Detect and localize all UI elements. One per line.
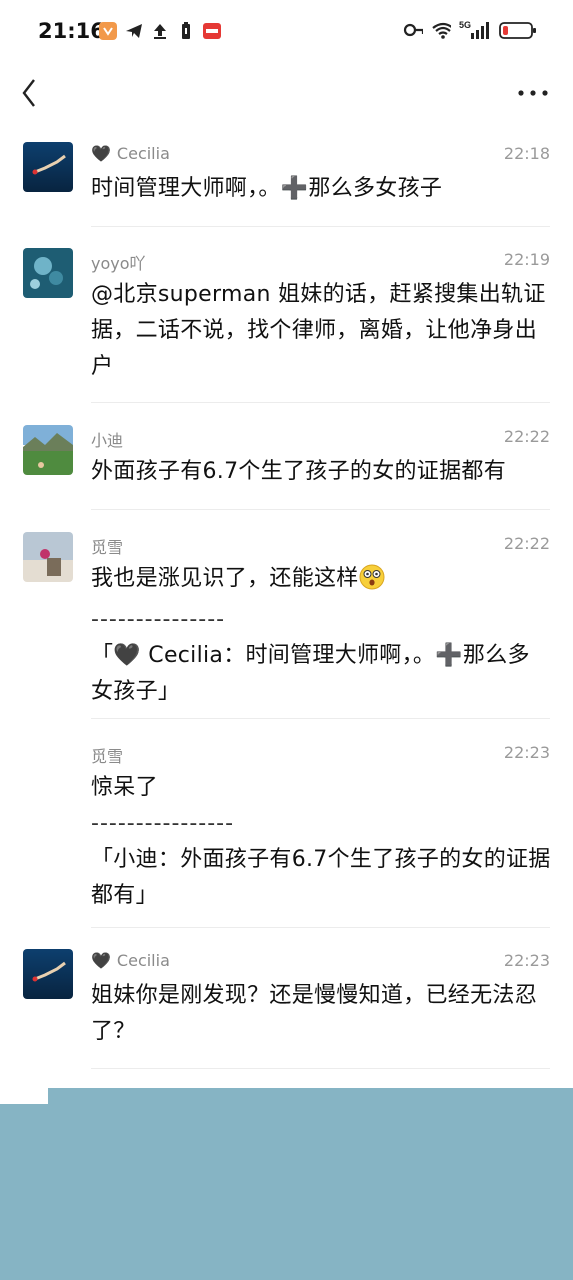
comment-text: 我也是涨见识了，还能这样 --------------- 「🖤 Cecilia：… bbox=[91, 561, 551, 710]
commenter-name[interactable]: 小迪 bbox=[91, 427, 123, 451]
more-button[interactable] bbox=[513, 80, 553, 106]
comment-text: 惊呆了 ---------------- 「小迪：外面孩子有6.7个生了孩子的女… bbox=[91, 770, 551, 914]
svg-text:5G: 5G bbox=[459, 20, 471, 30]
comment-time: 22:22 bbox=[503, 534, 550, 553]
status-time: 21:16 bbox=[38, 19, 105, 43]
black-heart-icon: 🖤 bbox=[91, 951, 111, 970]
comment-time: 22:19 bbox=[503, 250, 550, 269]
comment-time: 22:23 bbox=[503, 951, 550, 970]
chevron-left-icon bbox=[22, 79, 35, 107]
comment-text: 时间管理大师啊，。➕那么多女孩子 bbox=[91, 176, 443, 201]
back-button[interactable] bbox=[16, 76, 46, 110]
comment-text: 外面孩子有6.7个生了孩子的女的证据都有 bbox=[91, 459, 506, 484]
avatar[interactable] bbox=[23, 949, 73, 999]
quote-separator: ---------------- bbox=[91, 811, 235, 836]
comment-time: 22:23 bbox=[503, 743, 550, 762]
status-bar: 21:16 5G bbox=[0, 0, 573, 62]
status-left-icons bbox=[98, 21, 222, 41]
avatar[interactable] bbox=[23, 532, 73, 582]
commenter-name[interactable]: 🖤 Cecilia bbox=[91, 951, 170, 970]
comment-time: 22:22 bbox=[503, 427, 550, 446]
avatar[interactable] bbox=[23, 425, 73, 475]
black-heart-icon: 🖤 bbox=[91, 144, 111, 163]
comment-time: 22:18 bbox=[503, 144, 550, 163]
more-dots-icon bbox=[518, 90, 548, 96]
battery-saver-icon bbox=[176, 21, 196, 41]
telegram-icon bbox=[124, 21, 144, 41]
avatar[interactable] bbox=[23, 142, 73, 192]
key-icon bbox=[403, 20, 423, 40]
overlay-panel-bottom bbox=[0, 1104, 573, 1280]
divider bbox=[91, 226, 550, 227]
avatar[interactable] bbox=[23, 248, 73, 298]
quote-separator: --------------- bbox=[91, 607, 226, 632]
signal-5g-icon: 5G bbox=[459, 20, 491, 40]
app-badge-icon bbox=[98, 21, 118, 41]
nav-bar bbox=[0, 62, 573, 124]
quoted-comment[interactable]: 「🖤 Cecilia：时间管理大师啊，。➕那么多女孩子」 bbox=[91, 638, 551, 710]
divider bbox=[91, 1068, 550, 1069]
commenter-name[interactable]: 🖤 Cecilia bbox=[91, 144, 170, 163]
commenter-name[interactable]: 觅雪 bbox=[91, 534, 123, 558]
comment-main-text: 惊呆了 bbox=[91, 775, 158, 800]
commenter-name[interactable]: 觅雪 bbox=[91, 743, 123, 767]
status-right-icons: 5G bbox=[403, 20, 537, 40]
divider bbox=[91, 509, 550, 510]
comment-text: @北京superman 姐妹的话，赶紧搜集出轨证据，二话不说，找个律师，离婚，让… bbox=[91, 282, 546, 379]
astonished-emoji-icon bbox=[359, 564, 385, 602]
news-app-icon bbox=[202, 21, 222, 41]
comment-text: 姐妹你是刚发现？还是慢慢知道，已经无法忍了？ bbox=[91, 983, 538, 1044]
battery-low-icon bbox=[499, 20, 537, 40]
divider bbox=[91, 927, 550, 928]
quoted-comment[interactable]: 「小迪：外面孩子有6.7个生了孩子的女的证据都有」 bbox=[91, 842, 551, 914]
wifi-icon bbox=[431, 20, 451, 40]
commenter-name[interactable]: yoyo吖 bbox=[91, 250, 146, 274]
comment-main-text: 我也是涨见识了，还能这样 bbox=[91, 566, 359, 591]
divider bbox=[91, 718, 550, 719]
upload-icon bbox=[150, 21, 170, 41]
divider bbox=[91, 402, 550, 403]
